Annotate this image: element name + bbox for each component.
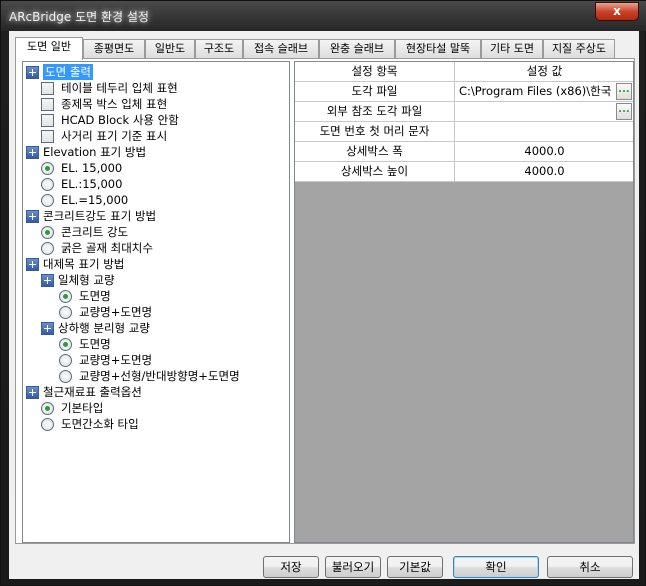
- tab-geology-column[interactable]: 지질 주상도: [543, 39, 615, 59]
- tree-label: 콘크리트강도 표기 방법: [43, 209, 157, 223]
- tab-other-drawings[interactable]: 기타 도면: [481, 39, 543, 59]
- cancel-button[interactable]: 취소: [547, 556, 633, 578]
- collapse-icon[interactable]: [26, 66, 39, 79]
- tree-label: 도면 출력: [43, 64, 93, 80]
- radio-icon[interactable]: [41, 242, 54, 255]
- radio-icon[interactable]: [59, 290, 72, 303]
- tab-approach-slab[interactable]: 접속 슬래브: [243, 39, 319, 59]
- tree-label: Elevation 표기 방법: [43, 145, 147, 159]
- default-button[interactable]: 기본값: [387, 556, 443, 578]
- setting-value[interactable]: [456, 102, 633, 121]
- radio-icon[interactable]: [59, 354, 72, 367]
- tree-label: 도면명: [79, 289, 111, 303]
- tree-label: 기본타입: [61, 401, 104, 415]
- grid-row[interactable]: 상세박스 폭 4000.0: [295, 142, 633, 162]
- grid-row[interactable]: 도면 번호 첫 머리 문자: [295, 122, 633, 142]
- tree-label: 교량명+도면명: [79, 353, 153, 367]
- radio-icon[interactable]: [41, 162, 54, 175]
- tree-label: 철근재료표 출력옵션: [43, 385, 142, 399]
- tree-label: EL.:15,000: [61, 177, 123, 191]
- setting-value[interactable]: 4000.0: [456, 162, 633, 181]
- setting-name: 상세박스 높이: [295, 162, 455, 181]
- collapse-icon[interactable]: [26, 258, 39, 271]
- browse-button[interactable]: ...: [616, 103, 632, 120]
- setting-value[interactable]: 4000.0: [456, 142, 633, 161]
- tree-label: 일체형 교량: [58, 273, 115, 287]
- radio-icon[interactable]: [41, 194, 54, 207]
- radio-icon[interactable]: [59, 306, 72, 319]
- tree-label: 교량명+선형/반대방향명+도면명: [79, 369, 240, 383]
- tab-general-drawing[interactable]: 일반도: [145, 39, 195, 59]
- checkbox-icon[interactable]: [41, 130, 54, 143]
- setting-name: 외부 참조 도각 파일: [295, 102, 455, 121]
- tab-panel: 도면 출력 테이블 테두리 입체 표현 종제목 박스 입체 표현 HCAD Bl…: [15, 58, 635, 544]
- collapse-icon[interactable]: [26, 146, 39, 159]
- tree-label: 도면간소화 타입: [61, 417, 139, 431]
- radio-icon[interactable]: [59, 338, 72, 351]
- radio-icon[interactable]: [41, 402, 54, 415]
- tab-buffer-slab[interactable]: 완충 슬래브: [319, 39, 395, 59]
- tree-label: EL.=15,000: [61, 193, 129, 207]
- tree-label: 교량명+도면명: [79, 305, 153, 319]
- setting-name: 도각 파일: [295, 82, 455, 101]
- grid-row[interactable]: 외부 참조 도각 파일 ...: [295, 102, 633, 122]
- tree-label: 사거리 표기 기준 표시: [61, 129, 168, 143]
- radio-icon[interactable]: [41, 418, 54, 431]
- grid-header-row: 설정 항목 설정 값: [295, 62, 633, 82]
- title-bar[interactable]: ARcBridge 도면 환경 설정 x: [1, 1, 646, 31]
- checkbox-icon[interactable]: [41, 82, 54, 95]
- tree-label: 대제목 표기 방법: [43, 257, 125, 271]
- ok-button[interactable]: 확인: [453, 556, 539, 578]
- window-title: ARcBridge 도면 환경 설정: [9, 10, 149, 24]
- radio-icon[interactable]: [59, 370, 72, 383]
- tab-profile-plan[interactable]: 종평면도: [83, 39, 145, 59]
- tab-strip: 도면 일반 종평면도 일반도 구조도 접속 슬래브 완충 슬래브 현장타설 말뚝…: [13, 37, 633, 60]
- setting-value[interactable]: C:\Program Files (x86)\한국: [456, 82, 633, 101]
- column-header-item: 설정 항목: [295, 62, 455, 81]
- checkbox-icon[interactable]: [41, 98, 54, 111]
- client-area: 도면 일반 종평면도 일반도 구조도 접속 슬래브 완충 슬래브 현장타설 말뚝…: [9, 31, 639, 579]
- tree-label: 굵은 골재 최대치수: [61, 241, 153, 255]
- tab-drawing-general[interactable]: 도면 일반: [15, 37, 83, 60]
- radio-icon[interactable]: [41, 178, 54, 191]
- grid-row[interactable]: 도각 파일 C:\Program Files (x86)\한국 ...: [295, 82, 633, 102]
- collapse-icon[interactable]: [41, 322, 54, 335]
- tree-label: 테이블 테두리 입체 표현: [61, 81, 178, 95]
- collapse-icon[interactable]: [41, 274, 54, 287]
- dialog-window: ARcBridge 도면 환경 설정 x 도면 일반 종평면도 일반도 구조도 …: [0, 0, 646, 586]
- radio-icon[interactable]: [41, 226, 54, 239]
- setting-value[interactable]: [456, 122, 633, 141]
- options-tree[interactable]: 도면 출력 테이블 테두리 입체 표현 종제목 박스 입체 표현 HCAD Bl…: [22, 61, 290, 543]
- browse-button[interactable]: ...: [616, 83, 632, 100]
- tab-cast-in-place-pile[interactable]: 현장타설 말뚝: [395, 39, 481, 59]
- tree-label: 종제목 박스 입체 표현: [61, 97, 168, 111]
- tab-structure-drawing[interactable]: 구조도: [195, 39, 243, 59]
- tree-label: 콘크리트 강도: [61, 225, 129, 239]
- grid-row[interactable]: 상세박스 높이 4000.0: [295, 162, 633, 182]
- tree-label: 도면명: [79, 337, 111, 351]
- settings-grid: 설정 항목 설정 값 도각 파일 C:\Program Files (x86)\…: [294, 61, 634, 543]
- load-button[interactable]: 불러오기: [325, 556, 381, 578]
- setting-name: 도면 번호 첫 머리 문자: [295, 122, 455, 141]
- tree-label: 상하행 분리형 교량: [58, 321, 150, 335]
- column-header-value: 설정 값: [456, 62, 633, 81]
- tree-label: HCAD Block 사용 안함: [61, 113, 179, 127]
- collapse-icon[interactable]: [26, 386, 39, 399]
- save-button[interactable]: 저장: [263, 556, 319, 578]
- setting-name: 상세박스 폭: [295, 142, 455, 161]
- checkbox-icon[interactable]: [41, 114, 54, 127]
- close-button[interactable]: x: [595, 2, 639, 21]
- collapse-icon[interactable]: [26, 210, 39, 223]
- tree-label: EL. 15,000: [61, 161, 123, 175]
